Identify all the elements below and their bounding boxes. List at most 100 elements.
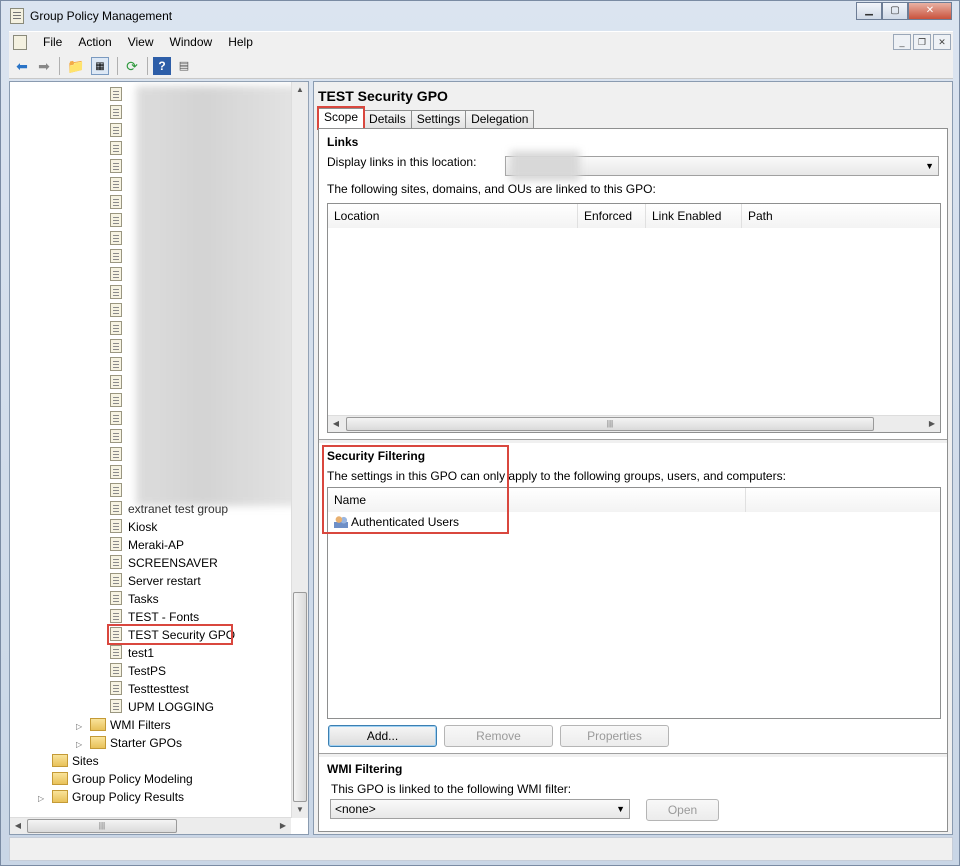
column-path[interactable]: Path xyxy=(742,204,940,228)
tab-delegation[interactable]: Delegation xyxy=(465,110,535,128)
column-location[interactable]: Location xyxy=(328,204,578,228)
scroll-left-icon[interactable]: ◀ xyxy=(328,416,344,432)
tree-item-server-restart[interactable]: Server restart xyxy=(110,572,201,590)
scroll-left-icon[interactable]: ◀ xyxy=(10,818,26,834)
tree-item-sites[interactable]: Sites xyxy=(52,752,99,770)
minimize-button[interactable]: ▁ xyxy=(856,2,882,20)
tree-item-tasks[interactable]: Tasks xyxy=(110,590,159,608)
tree-item-wmi-filters[interactable]: ▷ WMI Filters xyxy=(76,716,171,734)
tree-item-redacted[interactable] xyxy=(110,122,128,140)
tree-item-redacted[interactable] xyxy=(110,428,128,446)
menu-file[interactable]: File xyxy=(35,35,70,49)
scroll-thumb[interactable] xyxy=(293,592,307,802)
tab-scope[interactable]: Scope xyxy=(318,108,365,128)
tree-item-redacted[interactable] xyxy=(110,266,128,284)
tree-item-redacted[interactable] xyxy=(110,104,128,122)
links-list[interactable]: Location Enforced Link Enabled Path ◀ ||… xyxy=(327,203,941,433)
tree-item-kiosk[interactable]: Kiosk xyxy=(110,518,157,536)
expand-arrow-icon[interactable]: ▷ xyxy=(38,790,48,808)
menu-view[interactable]: View xyxy=(120,35,162,49)
menu-action[interactable]: Action xyxy=(70,35,119,49)
section-splitter[interactable] xyxy=(319,439,947,443)
tab-details[interactable]: Details xyxy=(363,110,412,128)
section-splitter[interactable] xyxy=(319,753,947,757)
properties-pane-icon[interactable]: ▤ xyxy=(175,57,193,75)
links-horizontal-scrollbar[interactable]: ◀ ||| ▶ xyxy=(328,415,940,432)
maximize-button[interactable]: ▢ xyxy=(882,2,908,20)
menu-help[interactable]: Help xyxy=(220,35,261,49)
tree-item-redacted[interactable] xyxy=(110,86,128,104)
tree-item-redacted[interactable] xyxy=(110,374,128,392)
show-hide-tree-icon[interactable]: ▦ xyxy=(91,57,109,75)
scroll-down-icon[interactable]: ▼ xyxy=(292,802,308,818)
gpo-icon xyxy=(110,465,122,479)
links-location-dropdown[interactable]: ▼ xyxy=(505,151,939,181)
column-link-enabled[interactable]: Link Enabled xyxy=(646,204,742,228)
tab-settings[interactable]: Settings xyxy=(410,110,467,128)
tree-item-redacted[interactable] xyxy=(110,392,128,410)
open-button[interactable]: Open xyxy=(646,799,719,821)
column-name[interactable]: Name xyxy=(328,488,746,512)
tree-item-test-fonts[interactable]: TEST - Fonts xyxy=(110,608,199,626)
tree-item-redacted[interactable] xyxy=(110,194,128,212)
gpo-icon xyxy=(110,591,122,605)
gpo-icon xyxy=(110,411,122,425)
tree-item-redacted[interactable] xyxy=(110,284,128,302)
tree-item-redacted[interactable] xyxy=(110,320,128,338)
menu-bar: File Action View Window Help _ ❐ ✕ xyxy=(9,31,953,53)
scroll-thumb[interactable]: ||| xyxy=(27,819,177,833)
tree-item-redacted[interactable] xyxy=(110,176,128,194)
forward-arrow-icon[interactable]: ➡ xyxy=(35,57,53,75)
tree-item-redacted[interactable] xyxy=(110,464,128,482)
tree-item-gp-results[interactable]: ▷ Group Policy Results xyxy=(38,788,184,806)
wmi-filter-dropdown[interactable]: <none> ▼ xyxy=(330,799,630,819)
column-enforced[interactable]: Enforced xyxy=(578,204,646,228)
tree-item-test1[interactable]: test1 xyxy=(110,644,154,662)
add-button[interactable]: Add... xyxy=(328,725,437,747)
close-button[interactable]: ✕ xyxy=(908,2,952,20)
details-pane: TEST Security GPO Scope Details Settings… xyxy=(313,81,953,835)
list-item-authenticated-users[interactable]: Authenticated Users xyxy=(334,513,459,531)
scroll-right-icon[interactable]: ▶ xyxy=(924,416,940,432)
gpo-icon xyxy=(110,537,122,551)
document-icon[interactable] xyxy=(13,35,27,50)
tree-item-redacted[interactable] xyxy=(110,158,128,176)
tree-item-testps[interactable]: TestPS xyxy=(110,662,166,680)
tree-item-meraki-ap[interactable]: Meraki-AP xyxy=(110,536,184,554)
properties-button[interactable]: Properties xyxy=(560,725,669,747)
up-folder-icon[interactable]: 📁 xyxy=(67,57,85,75)
scroll-thumb[interactable]: ||| xyxy=(346,417,874,431)
scroll-up-icon[interactable]: ▲ xyxy=(292,82,308,98)
tree-item-redacted[interactable] xyxy=(110,248,128,266)
tree-item[interactable]: extranet test group xyxy=(110,500,228,518)
tree-item-redacted[interactable] xyxy=(110,230,128,248)
menu-window[interactable]: Window xyxy=(162,35,221,49)
tree-item-redacted[interactable] xyxy=(110,356,128,374)
tree-item-redacted[interactable] xyxy=(110,212,128,230)
tree-item-upm-logging[interactable]: UPM LOGGING xyxy=(110,698,214,716)
child-restore-button[interactable]: ❐ xyxy=(913,34,931,50)
tree-item-redacted[interactable] xyxy=(110,140,128,158)
tree-item-starter-gpos[interactable]: ▷ Starter GPOs xyxy=(76,734,182,752)
tree-item-testtesttest[interactable]: Testtesttest xyxy=(110,680,189,698)
help-icon[interactable]: ? xyxy=(153,57,171,75)
window-title: Group Policy Management xyxy=(30,9,173,23)
child-close-button[interactable]: ✕ xyxy=(933,34,951,50)
back-arrow-icon[interactable]: ⬅ xyxy=(13,57,31,75)
child-minimize-button[interactable]: _ xyxy=(893,34,911,50)
tree-item-redacted[interactable] xyxy=(110,410,128,428)
tree-item-redacted[interactable] xyxy=(110,302,128,320)
tree-item-screensaver[interactable]: SCREENSAVER xyxy=(110,554,218,572)
scroll-right-icon[interactable]: ▶ xyxy=(275,818,291,834)
tree-item-redacted[interactable] xyxy=(110,446,128,464)
tree-horizontal-scrollbar[interactable]: ◀ ||| ▶ xyxy=(10,817,291,834)
tree-item-redacted[interactable] xyxy=(110,482,128,500)
gpo-icon xyxy=(110,519,122,533)
tree-item-gp-modeling[interactable]: Group Policy Modeling xyxy=(52,770,193,788)
tree-item-redacted[interactable] xyxy=(110,338,128,356)
tree-item-test-security-gpo[interactable]: TEST Security GPO xyxy=(110,626,235,644)
remove-button[interactable]: Remove xyxy=(444,725,553,747)
refresh-icon[interactable]: ⟳ xyxy=(123,57,141,75)
security-filtering-list[interactable]: Name Authenticated Users xyxy=(327,487,941,719)
tree-vertical-scrollbar[interactable]: ▲ ▼ xyxy=(291,82,308,818)
